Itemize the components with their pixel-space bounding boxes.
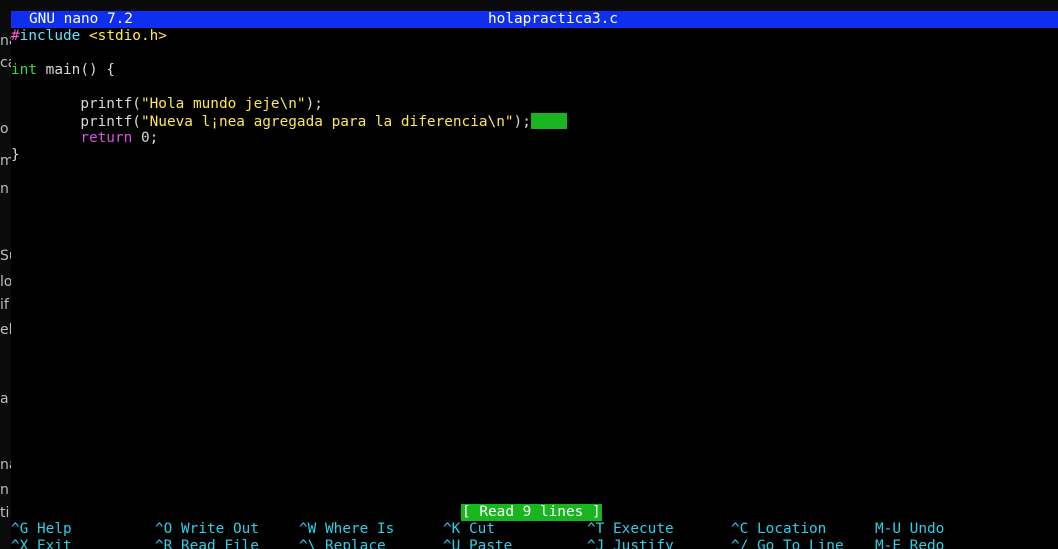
edge-fragment: if — [0, 297, 9, 313]
preproc-directive: include — [19, 28, 81, 44]
terminal-window: na ca o m n Su lo if el a na n ti GNU na… — [0, 0, 1058, 549]
code-text: ); — [513, 114, 531, 130]
edge-fragment: na — [0, 457, 11, 473]
code-line[interactable]: } — [11, 147, 20, 164]
app-version: GNU nano 7.2 — [29, 11, 133, 27]
edge-fragment: n — [0, 482, 9, 498]
code-line[interactable]: printf("Nueva l¡nea agregada para la dif… — [11, 113, 567, 130]
edge-fragment: Su — [0, 248, 11, 264]
shortcut-go-to-line[interactable]: ^/ Go To Line — [731, 538, 844, 549]
edge-fragment: lo — [0, 274, 11, 290]
background-window-edge: na ca o m n Su lo if el a na n ti — [0, 11, 11, 549]
edge-fragment: m — [0, 153, 11, 169]
function-call: printf( — [80, 114, 141, 130]
code-line[interactable]: #include <stdio.h> — [11, 28, 167, 45]
string-literal: "Nueva l¡nea agregada para la diferencia… — [140, 114, 514, 130]
preproc-hash: # — [11, 28, 20, 44]
shortcut-redo[interactable]: M-E Redo — [875, 538, 944, 549]
window-top-edge — [0, 0, 1058, 11]
shortcut-write-out[interactable]: ^O Write Out — [155, 521, 259, 538]
shortcut-read-file[interactable]: ^R Read File — [155, 538, 259, 549]
shortcut-paste[interactable]: ^U Paste — [443, 538, 512, 549]
type-keyword: int — [11, 62, 37, 78]
edge-fragment: ti — [0, 505, 10, 521]
shortcut-justify[interactable]: ^J Justify — [587, 538, 674, 549]
shortcut-help[interactable]: ^G Help — [11, 521, 72, 538]
include-target: <stdio.h> — [80, 28, 167, 44]
edge-fragment: el — [0, 322, 11, 338]
shortcut-where-is[interactable]: ^W Where Is — [299, 521, 394, 538]
shortcut-replace[interactable]: ^\ Replace — [299, 538, 386, 549]
code-line[interactable]: return 0; — [11, 130, 158, 147]
code-text: 0; — [132, 130, 159, 146]
code-text: main() { — [37, 62, 115, 78]
nano-title-bar: GNU nano 7.2 holapractica3.c — [11, 11, 1058, 28]
shortcut-exit[interactable]: ^X Exit — [11, 538, 72, 549]
shortcut-cut[interactable]: ^K Cut — [443, 521, 495, 538]
edge-fragment: ca — [0, 55, 11, 71]
edge-fragment: n — [0, 181, 9, 197]
trailing-whitespace-highlight — [530, 113, 567, 129]
edge-fragment: o — [0, 121, 9, 137]
code-line[interactable]: int main() { — [11, 62, 115, 79]
code-text: ); — [305, 96, 323, 112]
status-message: [ Read 9 lines ] — [461, 504, 602, 521]
shortcut-undo[interactable]: M-U Undo — [875, 521, 944, 538]
function-call: printf( — [80, 96, 141, 112]
control-keyword: return — [80, 130, 133, 146]
edge-fragment: a — [0, 391, 9, 407]
code-line[interactable]: printf("Hola mundo jeje\n"); — [11, 96, 323, 113]
file-name: holapractica3.c — [488, 11, 618, 27]
shortcut-execute[interactable]: ^T Execute — [587, 521, 674, 538]
edge-fragment: na — [0, 33, 11, 49]
shortcut-location[interactable]: ^C Location — [731, 521, 826, 538]
string-literal: "Hola mundo jeje\n" — [140, 96, 306, 112]
